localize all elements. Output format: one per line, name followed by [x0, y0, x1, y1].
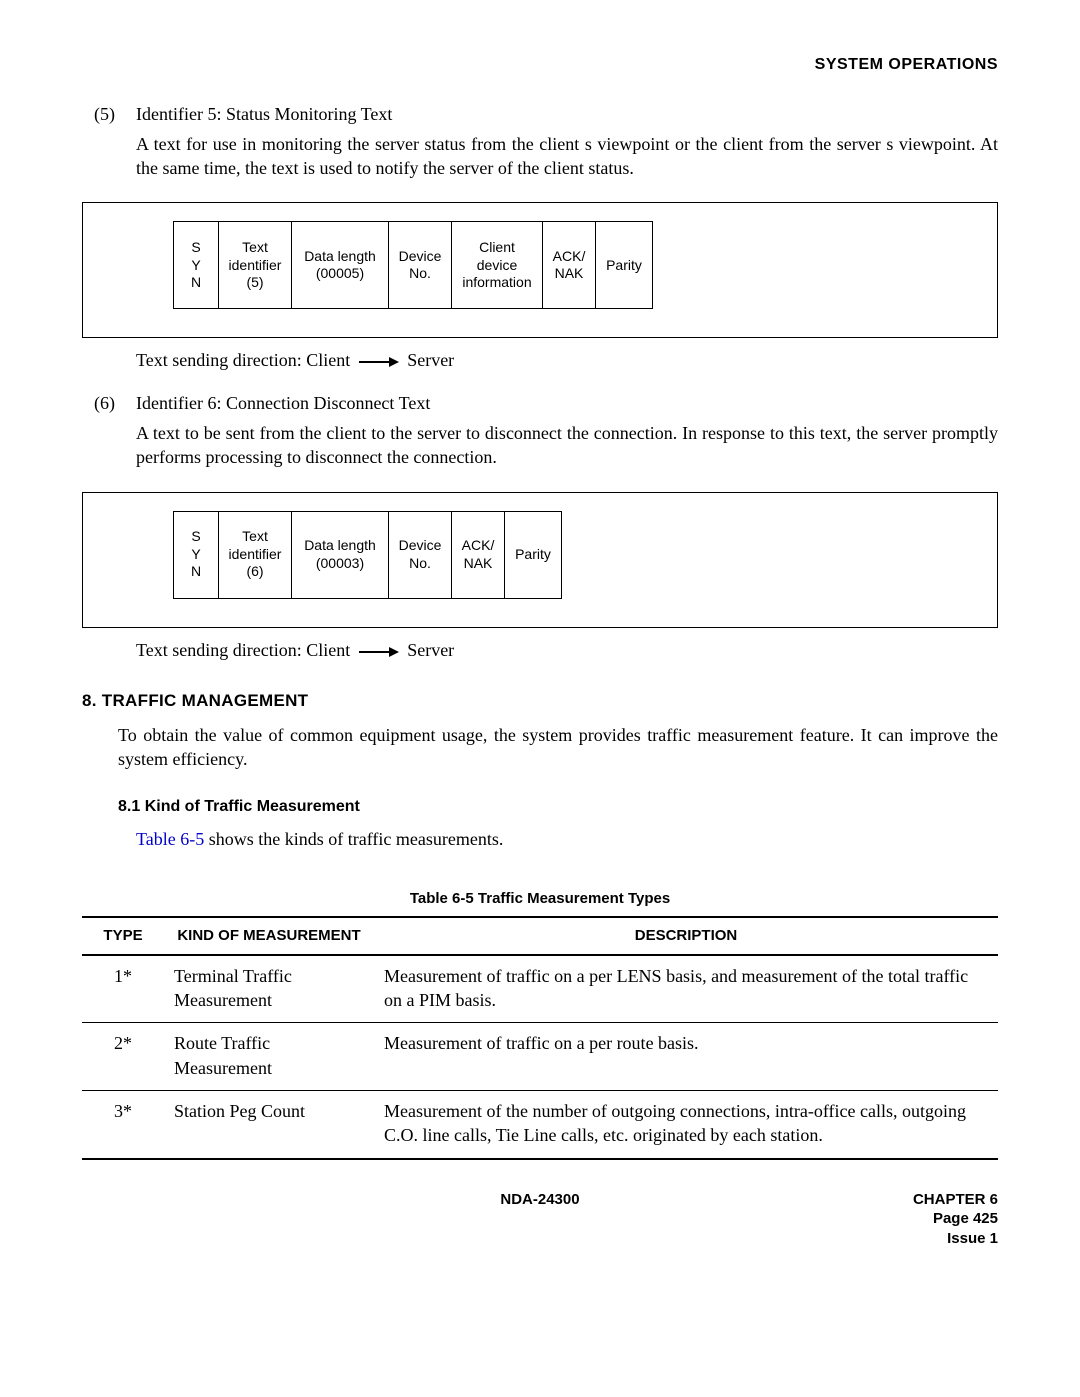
table-6-5-link[interactable]: Table 6-5 — [136, 829, 204, 849]
footer-issue: Issue 1 — [693, 1229, 998, 1249]
item-5-title: Identifier 5: Status Monitoring Text — [136, 102, 998, 126]
dir6-prefix: Text sending direction: Client — [136, 640, 350, 660]
item-6-header: (6) Identifier 6: Connection Disconnect … — [82, 391, 998, 415]
dir5-prefix: Text sending direction: Client — [136, 350, 350, 370]
cell-type: 1* — [82, 955, 164, 1023]
item-5-body: A text for use in monitoring the server … — [136, 132, 998, 181]
page-header-right: SYSTEM OPERATIONS — [82, 54, 998, 76]
packet5-data-length: Data length (00005) — [292, 222, 389, 309]
cell-desc: Measurement of the number of outgoing co… — [374, 1091, 998, 1159]
packet6-data-length: Data length (00003) — [292, 511, 389, 598]
table-6-5-caption: Table 6-5 Traffic Measurement Types — [82, 889, 998, 909]
direction-line-5: Text sending direction: Client Server — [136, 348, 998, 372]
table-row: 1* Terminal Traffic Measurement Measurem… — [82, 955, 998, 1023]
packet5-device-no: Device No. — [389, 222, 452, 309]
page-footer: NDA-24300 CHAPTER 6 Page 425 Issue 1 — [82, 1190, 998, 1249]
item-5-number: (5) — [82, 102, 136, 126]
th-type: TYPE — [82, 917, 164, 955]
dir5-suffix: Server — [407, 350, 454, 370]
cell-type: 3* — [82, 1091, 164, 1159]
packet5-client-device-info: Client device information — [452, 222, 543, 309]
cell-kind: Route Traffic Measurement — [164, 1023, 374, 1091]
footer-page: Page 425 — [693, 1209, 998, 1229]
packet5-parity: Parity — [596, 222, 653, 309]
cell-desc: Measurement of traffic on a per route ba… — [374, 1023, 998, 1091]
table-row: 3* Station Peg Count Measurement of the … — [82, 1091, 998, 1159]
item-6-number: (6) — [82, 391, 136, 415]
section-8-body: To obtain the value of common equipment … — [118, 723, 998, 772]
section-8-1-body: Table 6-5 shows the kinds of traffic mea… — [136, 827, 998, 851]
section-8-1-rest: shows the kinds of traffic measurements. — [204, 829, 503, 849]
item-6-body: A text to be sent from the client to the… — [136, 421, 998, 470]
section-8-1-heading: 8.1 Kind of Traffic Measurement — [118, 796, 998, 818]
packet-box-5: S Y N Text identifier (5) Data length (0… — [82, 202, 998, 338]
packet6-text-identifier: Text identifier (6) — [219, 511, 292, 598]
th-kind: KIND OF MEASUREMENT — [164, 917, 374, 955]
packet6-parity: Parity — [505, 511, 562, 598]
cell-kind: Station Peg Count — [164, 1091, 374, 1159]
packet6-syn: S Y N — [174, 511, 219, 598]
footer-doc-id: NDA-24300 — [387, 1190, 692, 1249]
packet-table-6: S Y N Text identifier (6) Data length (0… — [173, 511, 562, 599]
packet5-text-identifier: Text identifier (5) — [219, 222, 292, 309]
cell-kind: Terminal Traffic Measurement — [164, 955, 374, 1023]
packet-box-6: S Y N Text identifier (6) Data length (0… — [82, 492, 998, 628]
arrow-icon — [359, 357, 399, 367]
packet6-device-no: Device No. — [389, 511, 452, 598]
packet6-ack-nak: ACK/ NAK — [452, 511, 505, 598]
footer-chapter: CHAPTER 6 — [693, 1190, 998, 1210]
traffic-table: TYPE KIND OF MEASUREMENT DESCRIPTION 1* … — [82, 916, 998, 1160]
packet5-ack-nak: ACK/ NAK — [543, 222, 596, 309]
packet-table-5: S Y N Text identifier (5) Data length (0… — [173, 221, 653, 309]
item-6-title: Identifier 6: Connection Disconnect Text — [136, 391, 998, 415]
dir6-suffix: Server — [407, 640, 454, 660]
section-8-heading: 8. TRAFFIC MANAGEMENT — [82, 690, 998, 713]
packet5-syn: S Y N — [174, 222, 219, 309]
th-desc: DESCRIPTION — [374, 917, 998, 955]
table-row: 2* Route Traffic Measurement Measurement… — [82, 1023, 998, 1091]
cell-type: 2* — [82, 1023, 164, 1091]
item-5-header: (5) Identifier 5: Status Monitoring Text — [82, 102, 998, 126]
arrow-icon — [359, 647, 399, 657]
direction-line-6: Text sending direction: Client Server — [136, 638, 998, 662]
cell-desc: Measurement of traffic on a per LENS bas… — [374, 955, 998, 1023]
